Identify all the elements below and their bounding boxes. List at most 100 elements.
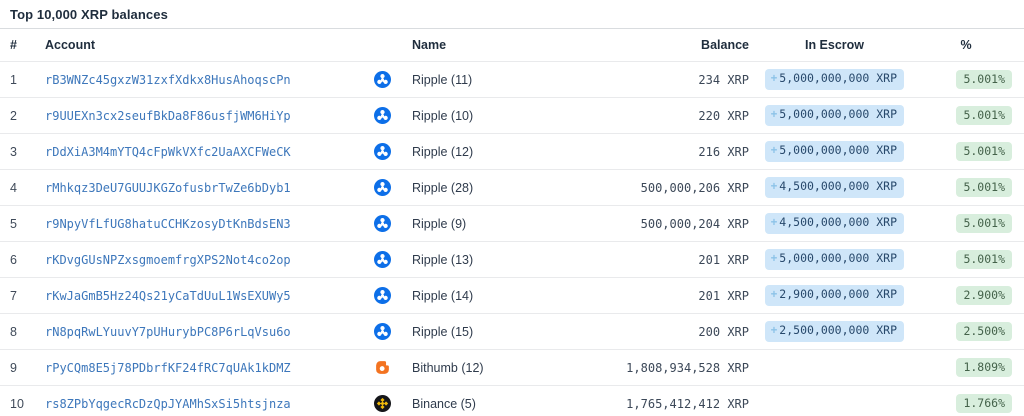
title-bar: Top 10,000 XRP balances	[0, 0, 1024, 29]
rank-cell: 2	[0, 98, 40, 134]
escrow-value: 4,500,000,000 XRP	[779, 215, 897, 229]
escrow-plus-icon: +	[771, 73, 778, 85]
table-row: 3 rDdXiA3M4mYTQ4cFpWkVXfc2UaAXCFWeCK	[0, 134, 1024, 170]
percent-badge: 5.001%	[956, 106, 1012, 126]
escrow-badge: +5,000,000,000 XRP	[765, 141, 904, 162]
account-link[interactable]: rDdXiA3M4mYTQ4cFpWkVXfc2UaAXCFWeCK	[45, 145, 291, 159]
name-cell: Ripple (10)	[402, 98, 612, 134]
balance-cell: 1,765,412,412 XRP	[612, 386, 757, 416]
rank-cell: 4	[0, 170, 40, 206]
percent-badge: 5.001%	[956, 214, 1012, 234]
column-header-percent: %	[912, 29, 1024, 62]
table-row: 6 rKDvgGUsNPZxsgmoemfrgXPS2Not4co2op	[0, 242, 1024, 278]
bithumb-icon	[374, 359, 391, 376]
account-link[interactable]: r9NpyVfLfUG8hatuCCHKzosyDtKnBdsEN3	[45, 217, 291, 231]
rank-cell: 8	[0, 314, 40, 350]
rank-cell: 9	[0, 350, 40, 386]
account-link[interactable]: rB3WNZc45gxzW31zxfXdkx8HusAhoqscPn	[45, 73, 291, 87]
escrow-plus-icon: +	[771, 109, 778, 121]
name-cell: Ripple (12)	[402, 134, 612, 170]
name-cell: Ripple (11)	[402, 62, 612, 98]
rank-cell: 10	[0, 386, 40, 416]
escrow-value: 5,000,000,000 XRP	[779, 251, 897, 265]
column-header-name: Name	[402, 29, 612, 62]
column-header-account: Account	[40, 29, 362, 62]
percent-badge: 5.001%	[956, 178, 1012, 198]
name-cell: Ripple (15)	[402, 314, 612, 350]
balance-cell: 201 XRP	[612, 242, 757, 278]
escrow-plus-icon: +	[771, 145, 778, 157]
escrow-value: 4,500,000,000 XRP	[779, 179, 897, 193]
table-row: 9 rPyCQm8E5j78PDbrfKF24fRC7qUAk1kDMZ	[0, 350, 1024, 386]
escrow-value: 5,000,000,000 XRP	[779, 143, 897, 157]
table-row: 5 r9NpyVfLfUG8hatuCCHKzosyDtKnBdsEN3	[0, 206, 1024, 242]
escrow-badge: +4,500,000,000 XRP	[765, 177, 904, 198]
column-header-rank: #	[0, 29, 40, 62]
balance-cell: 234 XRP	[612, 62, 757, 98]
table-row: 1 rB3WNZc45gxzW31zxfXdkx8HusAhoqscPn	[0, 62, 1024, 98]
rank-cell: 7	[0, 278, 40, 314]
escrow-badge: +2,900,000,000 XRP	[765, 285, 904, 306]
page-title: Top 10,000 XRP balances	[10, 7, 1014, 22]
percent-badge: 5.001%	[956, 142, 1012, 162]
escrow-plus-icon: +	[771, 181, 778, 193]
escrow-badge: +5,000,000,000 XRP	[765, 105, 904, 126]
name-cell: Binance (5)	[402, 386, 612, 416]
ripple-icon	[374, 323, 391, 340]
rank-cell: 5	[0, 206, 40, 242]
escrow-value: 2,900,000,000 XRP	[779, 287, 897, 301]
ripple-icon	[374, 215, 391, 232]
account-link[interactable]: rPyCQm8E5j78PDbrfKF24fRC7qUAk1kDMZ	[45, 361, 291, 375]
account-link[interactable]: rN8pqRwLYuuvY7pUHurybPC8P6rLqVsu6o	[45, 325, 291, 339]
percent-badge: 2.900%	[956, 286, 1012, 306]
percent-badge: 1.809%	[956, 358, 1012, 378]
top-balances-page: Top 10,000 XRP balances # Account Name B…	[0, 0, 1024, 416]
column-header-icon	[362, 29, 402, 62]
table-row: 7 rKwJaGmB5Hz24Qs21yCaTdUuL1WsEXUWy5	[0, 278, 1024, 314]
balance-cell: 1,808,934,528 XRP	[612, 350, 757, 386]
account-link[interactable]: rKDvgGUsNPZxsgmoemfrgXPS2Not4co2op	[45, 253, 291, 267]
escrow-plus-icon: +	[771, 217, 778, 229]
rank-cell: 6	[0, 242, 40, 278]
escrow-badge: +4,500,000,000 XRP	[765, 213, 904, 234]
escrow-badge: +2,500,000,000 XRP	[765, 321, 904, 342]
percent-badge: 2.500%	[956, 322, 1012, 342]
name-cell: Ripple (13)	[402, 242, 612, 278]
balance-cell: 201 XRP	[612, 278, 757, 314]
rank-cell: 3	[0, 134, 40, 170]
name-cell: Ripple (28)	[402, 170, 612, 206]
table-row: 4 rMhkqz3DeU7GUUJKGZofusbrTwZe6bDyb1	[0, 170, 1024, 206]
account-link[interactable]: r9UUEXn3cx2seufBkDa8F86usfjWM6HiYp	[45, 109, 291, 123]
ripple-icon	[374, 179, 391, 196]
table-row: 2 r9UUEXn3cx2seufBkDa8F86usfjWM6HiYp	[0, 98, 1024, 134]
rank-cell: 1	[0, 62, 40, 98]
table-row: 8 rN8pqRwLYuuvY7pUHurybPC8P6rLqVsu6o	[0, 314, 1024, 350]
balance-cell: 216 XRP	[612, 134, 757, 170]
account-link[interactable]: rKwJaGmB5Hz24Qs21yCaTdUuL1WsEXUWy5	[45, 289, 291, 303]
ripple-icon	[374, 143, 391, 160]
column-header-balance: Balance	[612, 29, 757, 62]
balance-cell: 500,000,204 XRP	[612, 206, 757, 242]
escrow-badge: +5,000,000,000 XRP	[765, 249, 904, 270]
ripple-icon	[374, 251, 391, 268]
escrow-plus-icon: +	[771, 289, 778, 301]
name-cell: Bithumb (12)	[402, 350, 612, 386]
balance-cell: 200 XRP	[612, 314, 757, 350]
ripple-icon	[374, 71, 391, 88]
binance-icon	[374, 395, 391, 412]
escrow-value: 5,000,000,000 XRP	[779, 71, 897, 85]
ripple-icon	[374, 107, 391, 124]
account-link[interactable]: rMhkqz3DeU7GUUJKGZofusbrTwZe6bDyb1	[45, 181, 291, 195]
account-link[interactable]: rs8ZPbYqgecRcDzQpJYAMhSxSi5htsjnza	[45, 397, 291, 411]
escrow-plus-icon: +	[771, 253, 778, 265]
escrow-value: 5,000,000,000 XRP	[779, 107, 897, 121]
balances-table: # Account Name Balance In Escrow % 1 rB3…	[0, 29, 1024, 416]
balance-cell: 220 XRP	[612, 98, 757, 134]
ripple-icon	[374, 287, 391, 304]
name-cell: Ripple (9)	[402, 206, 612, 242]
table-header-row: # Account Name Balance In Escrow %	[0, 29, 1024, 62]
percent-badge: 5.001%	[956, 70, 1012, 90]
balance-cell: 500,000,206 XRP	[612, 170, 757, 206]
escrow-badge: +5,000,000,000 XRP	[765, 69, 904, 90]
percent-badge: 1.766%	[956, 394, 1012, 414]
